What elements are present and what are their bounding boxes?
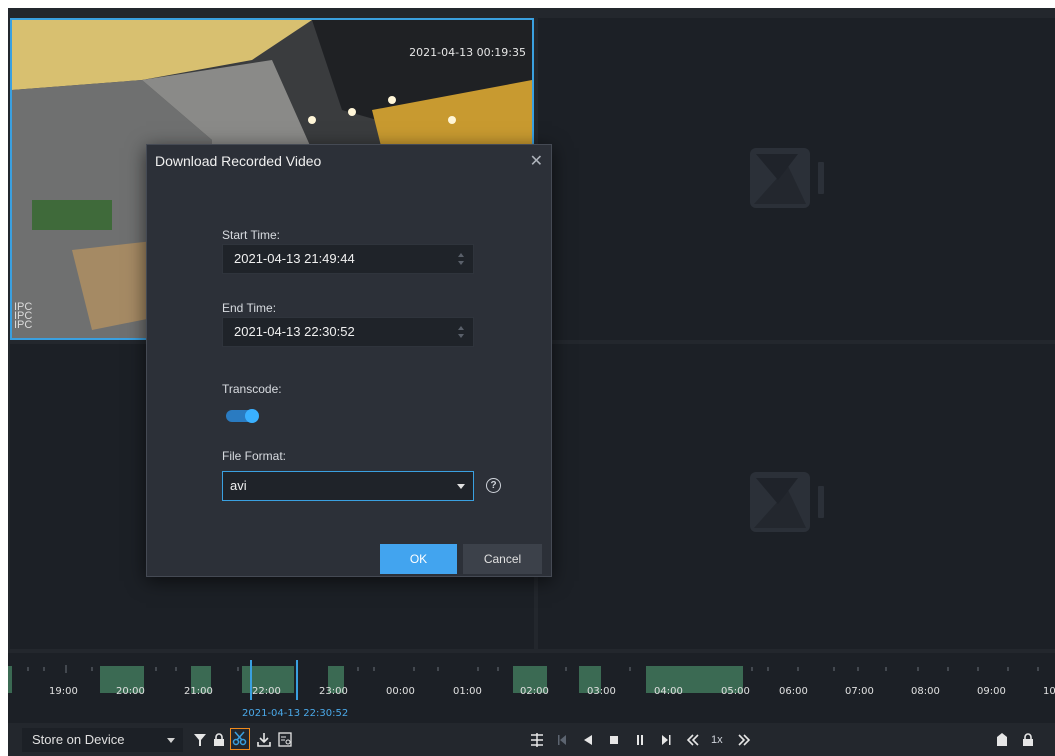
timeline-hour: 00:00 (386, 686, 415, 697)
video-timestamp: 2021-04-13 00:19:35 (409, 46, 526, 59)
toggle-knob (245, 409, 259, 423)
playback-app: 2021-04-13 00:19:35 IPC IPC IPC Download… (8, 8, 1055, 756)
download-dialog: Download Recorded Video ✕ Start Time: 20… (146, 144, 552, 577)
timeline-hour: 06:00 (779, 686, 808, 697)
camera-placeholder-icon (750, 148, 824, 208)
cancel-button[interactable]: Cancel (463, 544, 542, 574)
end-time-label: End Time: (222, 301, 277, 315)
speed-up-icon[interactable] (737, 731, 751, 749)
record-segment (8, 666, 12, 693)
search-record-icon[interactable] (278, 731, 293, 749)
close-icon[interactable]: ✕ (530, 151, 543, 171)
end-time-value: 2021-04-13 22:30:52 (234, 324, 355, 339)
spinner-icon[interactable] (458, 325, 464, 339)
filter-icon[interactable] (194, 731, 206, 749)
timeline[interactable]: 19:00 20:00 21:00 22:00 23:00 00:00 01:0… (8, 653, 1055, 723)
video-pane-4[interactable] (538, 344, 1055, 649)
help-icon[interactable]: ? (486, 478, 501, 493)
timeline-hour: 09:00 (977, 686, 1006, 697)
pause-icon[interactable] (634, 731, 646, 749)
start-time-label: Start Time: (222, 228, 281, 242)
chevron-down-icon (457, 484, 465, 489)
sync-icon[interactable] (530, 731, 544, 749)
video-pane-2[interactable] (538, 18, 1055, 340)
spinner-icon[interactable] (458, 252, 464, 266)
lock-icon[interactable] (1022, 731, 1034, 749)
file-format-select[interactable]: avi (222, 471, 474, 501)
stop-icon[interactable] (608, 731, 620, 749)
start-time-input[interactable]: 2021-04-13 21:49:44 (222, 244, 474, 274)
playback-toolbar: Store on Device 1x (8, 724, 1055, 756)
download-icon[interactable] (257, 731, 271, 749)
camera-placeholder-icon (750, 472, 824, 532)
ipc-label: IPC (14, 319, 33, 331)
scissors-icon (232, 731, 247, 746)
chevron-down-icon (167, 738, 175, 743)
transcode-toggle[interactable] (226, 409, 259, 423)
file-format-value: avi (230, 478, 247, 493)
timeline-hour: 10 (1043, 686, 1055, 697)
reverse-play-icon[interactable] (582, 731, 594, 749)
timeline-hour: 04:00 (654, 686, 683, 697)
current-time-label: 2021-04-13 22:30:52 (242, 708, 349, 719)
timeline-hour: 23:00 (319, 686, 348, 697)
timeline-hour: 21:00 (184, 686, 213, 697)
timeline-hour: 03:00 (587, 686, 616, 697)
transcode-label: Transcode: (222, 382, 282, 396)
ok-button[interactable]: OK (380, 544, 457, 574)
dialog-title: Download Recorded Video (155, 153, 322, 169)
playhead-marker[interactable] (296, 660, 298, 700)
previous-frame-icon[interactable] (556, 731, 568, 749)
next-frame-icon[interactable] (660, 731, 672, 749)
file-format-label: File Format: (222, 449, 287, 463)
timeline-hour: 20:00 (116, 686, 145, 697)
tag-icon[interactable] (996, 731, 1008, 749)
timeline-hour: 02:00 (520, 686, 549, 697)
timeline-hour: 05:00 (721, 686, 750, 697)
end-time-input[interactable]: 2021-04-13 22:30:52 (222, 317, 474, 347)
clip-button[interactable] (230, 728, 250, 750)
storage-select[interactable]: Store on Device (22, 728, 183, 752)
lock-icon[interactable] (213, 731, 225, 749)
timeline-hour: 07:00 (845, 686, 874, 697)
timeline-hour: 22:00 (252, 686, 281, 697)
timeline-hour: 01:00 (453, 686, 482, 697)
timeline-hour: 19:00 (49, 686, 78, 697)
speed-label: 1x (711, 734, 723, 746)
slow-down-icon[interactable] (686, 731, 700, 749)
storage-select-value: Store on Device (32, 732, 125, 747)
start-time-value: 2021-04-13 21:49:44 (234, 251, 355, 266)
timeline-hour: 08:00 (911, 686, 940, 697)
